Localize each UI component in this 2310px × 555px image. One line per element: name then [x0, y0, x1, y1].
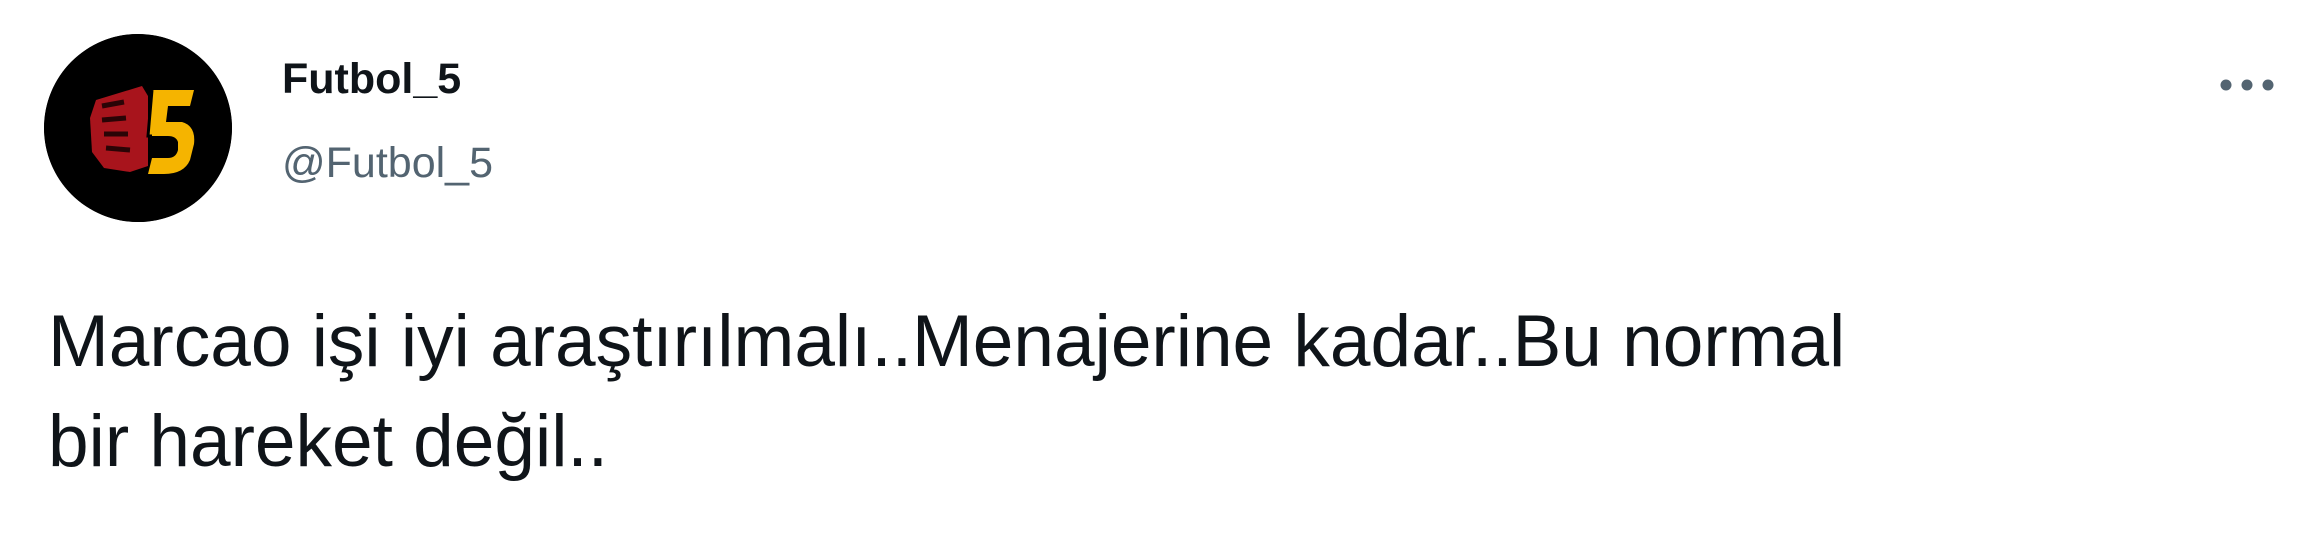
tweet-text: Marcao işi iyi araştırılmalı..Menajerine… [48, 301, 1846, 482]
more-options-button[interactable] [2212, 62, 2282, 108]
avatar[interactable] [44, 34, 232, 222]
tweet-card: Futbol_5 @Futbol_5 Marcao işi iyi araştı… [0, 0, 2310, 555]
futbol5-logo-icon [44, 34, 232, 222]
author-display-name[interactable]: Futbol_5 [282, 58, 461, 101]
author-handle[interactable]: @Futbol_5 [282, 142, 493, 185]
more-horizontal-icon [2220, 79, 2274, 91]
